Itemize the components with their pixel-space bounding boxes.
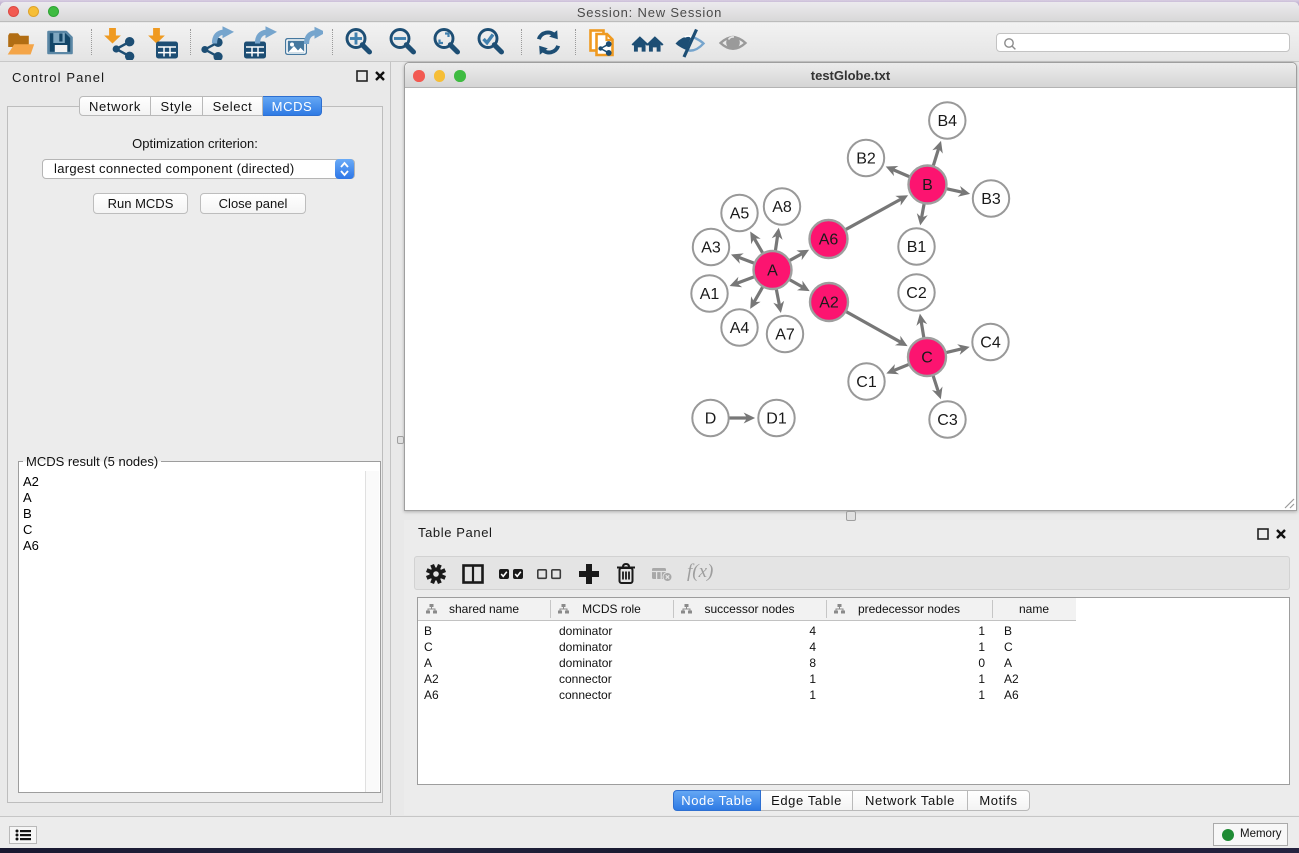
svg-text:A: A bbox=[767, 263, 778, 280]
svg-text:C2: C2 bbox=[906, 285, 927, 302]
svg-text:C4: C4 bbox=[980, 335, 1001, 352]
svg-text:A5: A5 bbox=[730, 206, 750, 223]
svg-text:A6: A6 bbox=[819, 232, 839, 249]
svg-text:A1: A1 bbox=[700, 286, 720, 303]
svg-text:A7: A7 bbox=[775, 327, 795, 344]
svg-text:A8: A8 bbox=[772, 199, 792, 216]
svg-text:A2: A2 bbox=[819, 295, 839, 312]
svg-text:B2: B2 bbox=[856, 151, 876, 168]
svg-text:B1: B1 bbox=[907, 239, 927, 256]
svg-text:A4: A4 bbox=[730, 320, 750, 337]
svg-text:C1: C1 bbox=[856, 374, 877, 391]
svg-text:C: C bbox=[921, 350, 933, 367]
svg-text:D: D bbox=[705, 411, 717, 428]
svg-text:D1: D1 bbox=[766, 411, 787, 428]
svg-text:B: B bbox=[922, 177, 933, 194]
svg-text:B3: B3 bbox=[981, 191, 1001, 208]
svg-text:C3: C3 bbox=[937, 412, 958, 429]
svg-text:B4: B4 bbox=[938, 113, 958, 130]
svg-text:A3: A3 bbox=[701, 240, 721, 257]
